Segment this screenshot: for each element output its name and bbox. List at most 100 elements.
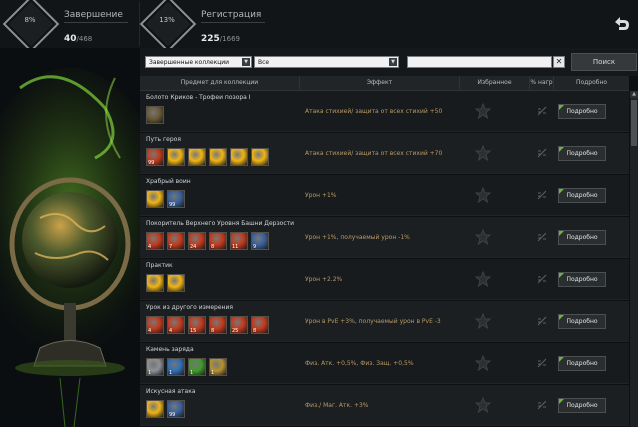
star-icon[interactable] bbox=[475, 397, 491, 413]
star-icon[interactable] bbox=[475, 355, 491, 371]
goldstone-item-icon[interactable]: 1 bbox=[209, 358, 227, 376]
silver-item-icon[interactable]: 1 bbox=[146, 358, 164, 376]
table-row[interactable]: Покоритель Верхнего Уровня Башни Дерзост… bbox=[140, 217, 629, 258]
red-item-icon[interactable]: 15 bbox=[188, 316, 206, 334]
details-button[interactable]: Подробно bbox=[558, 230, 606, 245]
flask-item-icon[interactable]: 99 bbox=[167, 400, 185, 418]
table-row[interactable]: Практик Урон +2.2% Подробно bbox=[140, 259, 629, 300]
registration-total: /1669 bbox=[219, 35, 240, 43]
percent-load-icon[interactable] bbox=[537, 190, 547, 200]
table-header: Предмет для коллекции Эффект Избранное %… bbox=[140, 76, 629, 91]
percent-load-icon[interactable] bbox=[537, 148, 547, 158]
item-level: 4 bbox=[148, 328, 152, 334]
star-icon[interactable] bbox=[475, 187, 491, 203]
gold-item-icon[interactable] bbox=[188, 148, 206, 166]
collection-effect: Физ. Атк. +0,5%, Физ. Защ. +0,5% bbox=[305, 360, 414, 367]
flask-item-icon[interactable]: 99 bbox=[167, 190, 185, 208]
column-header-percent[interactable]: % нагр bbox=[530, 76, 554, 90]
details-button[interactable]: Подробно bbox=[558, 356, 606, 371]
star-icon[interactable] bbox=[475, 103, 491, 119]
chevron-down-icon[interactable]: ▼ bbox=[389, 58, 397, 66]
completion-count: 40 bbox=[64, 34, 77, 44]
column-header-details[interactable]: Подробно bbox=[554, 76, 629, 90]
red-item-icon[interactable]: 99 bbox=[146, 148, 164, 166]
red-item-icon[interactable]: 11 bbox=[230, 232, 248, 250]
percent-load-icon[interactable] bbox=[537, 316, 547, 326]
search-button[interactable]: Поиск bbox=[571, 53, 637, 71]
collection-name: Искусная атака bbox=[146, 388, 196, 395]
gold-item-icon[interactable] bbox=[167, 274, 185, 292]
table-row[interactable]: Болото Криков - Трофеи позора I Атака сти… bbox=[140, 91, 629, 132]
star-icon[interactable] bbox=[475, 145, 491, 161]
star-icon[interactable] bbox=[475, 271, 491, 287]
table-row[interactable]: Искусная атака 99 Физ./ Маг. Атк. +3% Подро… bbox=[140, 385, 629, 426]
collection-art-panel bbox=[0, 48, 140, 427]
collection-name: Покоритель Верхнего Уровня Башни Дерзост… bbox=[146, 220, 295, 227]
gold-item-icon[interactable] bbox=[146, 190, 164, 208]
type-filter-select[interactable]: Все ▼ bbox=[254, 56, 399, 68]
clear-search-button[interactable]: ✕ bbox=[553, 56, 565, 68]
red-item-icon[interactable]: 8 bbox=[209, 232, 227, 250]
scroll-item-icon[interactable] bbox=[146, 106, 164, 124]
flask-item-icon[interactable]: 9 bbox=[251, 232, 269, 250]
collection-filter-select[interactable]: Завершенные коллекции ▼ bbox=[145, 56, 252, 68]
details-button[interactable]: Подробно bbox=[558, 146, 606, 161]
chevron-down-icon[interactable]: ▼ bbox=[242, 58, 250, 66]
details-button[interactable]: Подробно bbox=[558, 272, 606, 287]
gold-item-icon[interactable] bbox=[209, 148, 227, 166]
item-level: 99 bbox=[169, 412, 176, 418]
scroll-thumb[interactable] bbox=[631, 100, 637, 146]
registration-stat: 13% Регистрация 225/1669 bbox=[137, 0, 282, 53]
red-item-icon[interactable]: 8 bbox=[251, 316, 269, 334]
table-row[interactable]: Камень заряда 1 1 1 1 Физ. Атк. +0,5%, Физ. З… bbox=[140, 343, 629, 384]
registration-label: Регистрация bbox=[201, 10, 262, 20]
gold-item-icon[interactable] bbox=[230, 148, 248, 166]
gold-item-icon[interactable] bbox=[167, 148, 185, 166]
red-item-icon[interactable]: 25 bbox=[230, 316, 248, 334]
table-row[interactable]: Путь героя 99 Атака стихией/ защита от все… bbox=[140, 133, 629, 174]
percent-load-icon[interactable] bbox=[537, 400, 547, 410]
scrollbar[interactable]: ▲ bbox=[630, 91, 638, 427]
completion-percent: 8% bbox=[24, 16, 36, 24]
item-level: 4 bbox=[169, 328, 173, 334]
percent-load-icon[interactable] bbox=[537, 358, 547, 368]
gold-item-icon[interactable] bbox=[146, 274, 164, 292]
red-item-icon[interactable]: 7 bbox=[167, 232, 185, 250]
gold-item-icon[interactable] bbox=[146, 400, 164, 418]
star-icon[interactable] bbox=[475, 229, 491, 245]
column-header-item[interactable]: Предмет для коллекции bbox=[140, 76, 300, 90]
top-bar: 8% Завершение 40/468 13% Регистрация 225… bbox=[0, 0, 638, 53]
search-input[interactable] bbox=[407, 56, 552, 68]
table-row[interactable]: Урок из другого измерения 4 4 15 8 25 8 Урон в … bbox=[140, 301, 629, 342]
item-level: 24 bbox=[190, 244, 197, 250]
details-button[interactable]: Подробно bbox=[558, 398, 606, 413]
details-button[interactable]: Подробно bbox=[558, 188, 606, 203]
percent-load-icon[interactable] bbox=[537, 232, 547, 242]
percent-load-icon[interactable] bbox=[537, 274, 547, 284]
registration-diamond-icon bbox=[139, 0, 197, 53]
red-item-icon[interactable]: 24 bbox=[188, 232, 206, 250]
gold-item-icon[interactable] bbox=[251, 148, 269, 166]
collection-name: Храбрый воин bbox=[146, 178, 191, 185]
item-level: 1 bbox=[190, 370, 194, 376]
column-header-effect[interactable]: Эффект bbox=[300, 76, 460, 90]
collection-effect: Урон +1% bbox=[305, 192, 337, 199]
details-button[interactable]: Подробно bbox=[558, 104, 606, 119]
collection-filter-value: Завершенные коллекции bbox=[149, 59, 230, 66]
divider bbox=[64, 22, 128, 23]
table-row[interactable]: Храбрый воин 99 Урон +1% Подробно bbox=[140, 175, 629, 216]
percent-load-icon[interactable] bbox=[537, 106, 547, 116]
red-item-icon[interactable]: 4 bbox=[146, 316, 164, 334]
green-item-icon[interactable]: 1 bbox=[188, 358, 206, 376]
collection-effect: Урон в PvE +3%, получаемый урон в PvE -3 bbox=[305, 318, 441, 325]
back-arrow-icon[interactable] bbox=[611, 15, 631, 33]
column-header-favorite[interactable]: Избранное bbox=[460, 76, 530, 90]
details-button[interactable]: Подробно bbox=[558, 314, 606, 329]
registration-value: 225/1669 bbox=[201, 26, 240, 45]
red-item-icon[interactable]: 4 bbox=[167, 316, 185, 334]
red-item-icon[interactable]: 4 bbox=[146, 232, 164, 250]
star-icon[interactable] bbox=[475, 313, 491, 329]
blue-item-icon[interactable]: 1 bbox=[167, 358, 185, 376]
scroll-up-icon[interactable]: ▲ bbox=[630, 91, 638, 98]
red-item-icon[interactable]: 8 bbox=[209, 316, 227, 334]
